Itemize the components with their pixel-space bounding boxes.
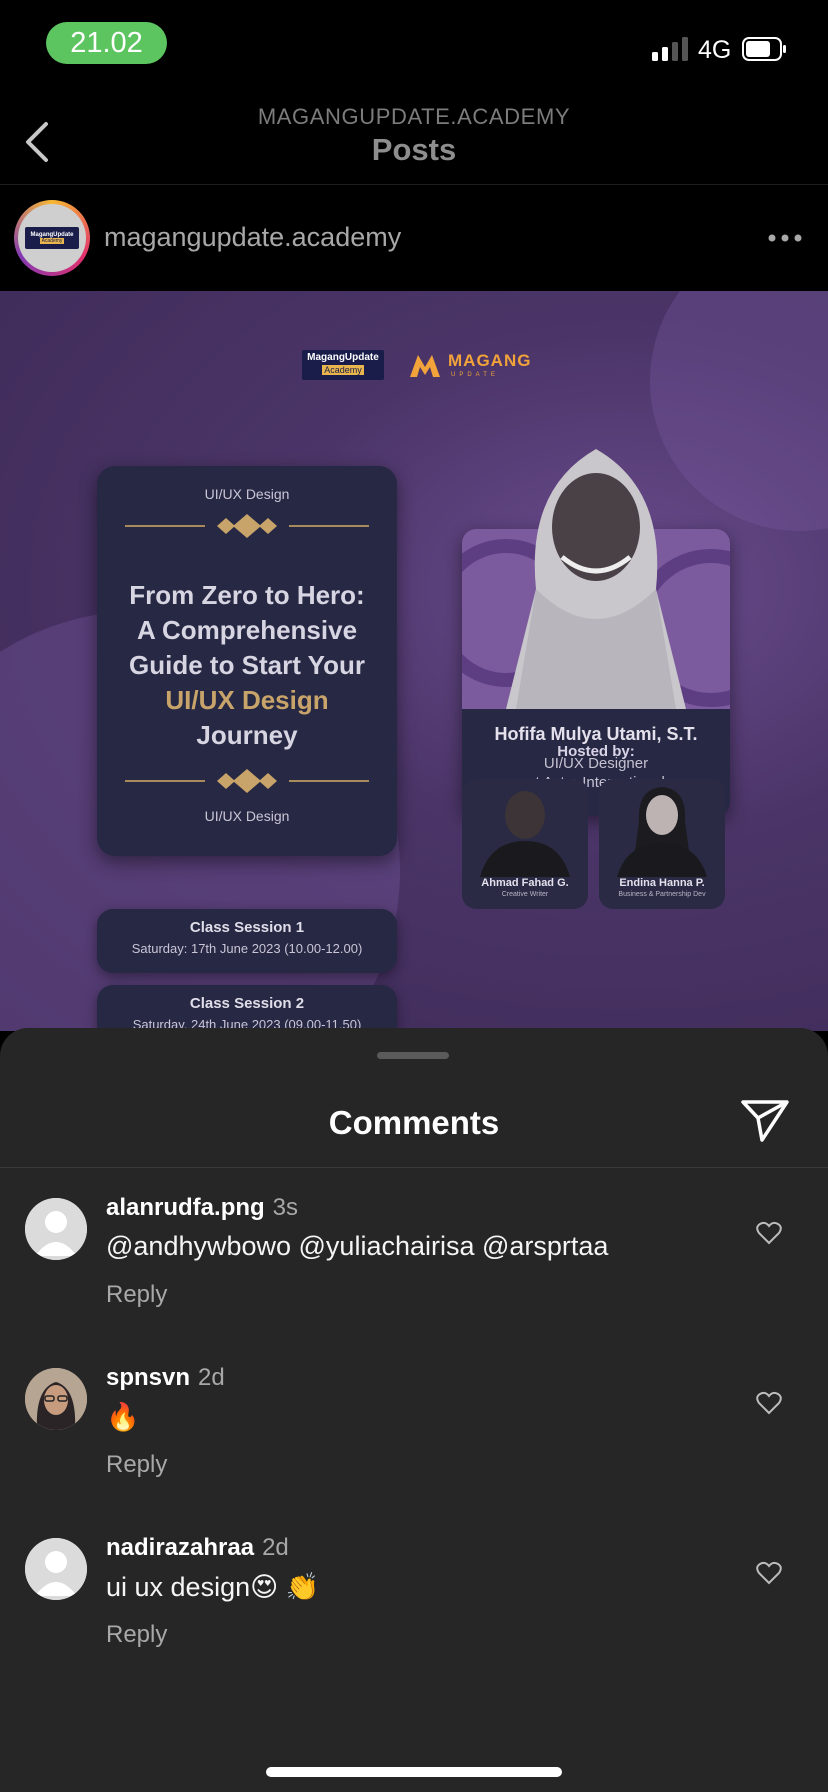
comment-time: 2d bbox=[198, 1364, 225, 1391]
network-label: 4G bbox=[698, 36, 732, 64]
battery-icon bbox=[742, 37, 786, 61]
course-title-card: UI/UX Design From Zero to Hero: A Compre… bbox=[97, 466, 397, 856]
comment-user[interactable]: spnsvn bbox=[106, 1364, 190, 1391]
hosted-by-label: Hosted by: bbox=[557, 743, 635, 760]
comment-avatar[interactable] bbox=[25, 1368, 87, 1430]
post-header: MagangUpdate Academy magangupdate.academ… bbox=[0, 185, 828, 290]
reply-button[interactable]: Reply bbox=[106, 1281, 167, 1309]
status-time: 21.02 bbox=[46, 22, 167, 64]
like-heart-icon[interactable] bbox=[756, 1221, 782, 1245]
magang-logo-text: MAGANG bbox=[448, 351, 532, 370]
comment-text: ui ux design😍 👏 bbox=[106, 1572, 320, 1602]
comment-avatar[interactable] bbox=[25, 1538, 87, 1600]
page-title: Posts bbox=[371, 132, 457, 167]
card-tag-top: UI/UX Design bbox=[204, 486, 290, 502]
host-photo bbox=[617, 787, 707, 877]
host-name: Ahmad Fahad G. bbox=[481, 877, 569, 889]
magang-m-icon bbox=[410, 355, 440, 377]
logo-a-line2: Academy bbox=[322, 365, 364, 375]
sheet-drag-handle[interactable] bbox=[377, 1052, 449, 1059]
ornament-icon bbox=[125, 514, 369, 538]
host-card: Ahmad Fahad G. Creative Writer bbox=[462, 779, 588, 909]
session-card: Class Session 2 Saturday, 24th June 2023… bbox=[97, 985, 397, 1031]
nav-bar: MAGANGUPDATE.ACADEMY Posts bbox=[0, 100, 828, 185]
default-avatar-icon bbox=[25, 1538, 87, 1600]
more-options-icon[interactable] bbox=[768, 233, 802, 243]
like-heart-icon[interactable] bbox=[756, 1561, 782, 1585]
post-username[interactable]: magangupdate.academy bbox=[104, 222, 401, 253]
comment-avatar[interactable] bbox=[25, 1198, 87, 1260]
nav-subtitle: MAGANGUPDATE.ACADEMY bbox=[257, 104, 571, 129]
brand-logo: MagangUpdate Academy bbox=[25, 227, 79, 249]
speaker-name: Hofifa Mulya Utami, S.T. bbox=[494, 724, 698, 744]
home-indicator[interactable] bbox=[266, 1767, 562, 1777]
host-photo bbox=[480, 791, 570, 877]
comments-title: Comments bbox=[328, 1104, 500, 1141]
comment-username[interactable]: spnsvn 2d bbox=[106, 1364, 225, 1392]
comment-text: @andhywbowo @yuliachairisa @arsprtaa bbox=[106, 1231, 609, 1261]
host-card: Endina Hanna P. Business & Partnership D… bbox=[599, 779, 725, 909]
post-image[interactable]: MagangUpdate Academy MAGANG UPDATE UI/UX… bbox=[0, 291, 828, 1031]
title-line: Journey bbox=[196, 720, 298, 750]
divider bbox=[0, 1167, 828, 1168]
logo-line2: Academy bbox=[39, 238, 65, 244]
comment-text: 🔥 bbox=[106, 1402, 140, 1432]
host-role: Business & Partnership Dev bbox=[618, 891, 706, 898]
magangupdate-academy-logo: MagangUpdate Academy bbox=[302, 350, 384, 380]
card-tag-bottom: UI/UX Design bbox=[204, 808, 290, 824]
host-role: Creative Writer bbox=[501, 891, 549, 898]
host-name: Endina Hanna P. bbox=[619, 877, 705, 889]
user-photo bbox=[25, 1368, 87, 1430]
title-line: From Zero to Hero: bbox=[129, 580, 365, 610]
comment-username[interactable]: nadirazahraa 2d bbox=[106, 1534, 289, 1562]
account-avatar[interactable]: MagangUpdate Academy bbox=[14, 200, 90, 276]
like-heart-icon[interactable] bbox=[756, 1391, 782, 1415]
title-line: Guide to Start Your bbox=[129, 650, 365, 680]
comment-user[interactable]: alanrudfa.png bbox=[106, 1194, 265, 1221]
title-highlight: UI/UX Design bbox=[165, 685, 329, 715]
avatar-image: MagangUpdate Academy bbox=[18, 204, 86, 272]
comment-username[interactable]: alanrudfa.png 3s bbox=[106, 1194, 298, 1222]
comments-sheet: Comments alanrudfa.png 3s @andhywbowo @yu… bbox=[0, 1028, 828, 1792]
title-line: A Comprehensive bbox=[136, 615, 358, 645]
signal-icon bbox=[652, 37, 688, 61]
session-label: Class Session 1 bbox=[189, 919, 305, 936]
comment-user[interactable]: nadirazahraa bbox=[106, 1534, 254, 1561]
session-card: Class Session 1 Saturday: 17th June 2023… bbox=[97, 909, 397, 973]
comment-time: 3s bbox=[272, 1194, 299, 1221]
session-date: Saturday: 17th June 2023 (10.00-12.00) bbox=[131, 941, 363, 956]
session-label: Class Session 2 bbox=[189, 995, 305, 1012]
reply-button[interactable]: Reply bbox=[106, 1451, 167, 1479]
default-avatar-icon bbox=[25, 1198, 87, 1260]
ornament-icon bbox=[125, 769, 369, 793]
logo-a-line1: MagangUpdate bbox=[307, 352, 379, 363]
reply-button[interactable]: Reply bbox=[106, 1621, 167, 1649]
speaker-text-layer: Hofifa Mulya Utami, S.T. UI/UX Designer … bbox=[462, 529, 730, 816]
send-icon[interactable] bbox=[740, 1098, 790, 1144]
course-title: From Zero to Hero: A Comprehensive Guide… bbox=[97, 578, 397, 753]
comment-time: 2d bbox=[262, 1534, 289, 1561]
magang-logo-sub: UPDATE bbox=[451, 372, 499, 378]
